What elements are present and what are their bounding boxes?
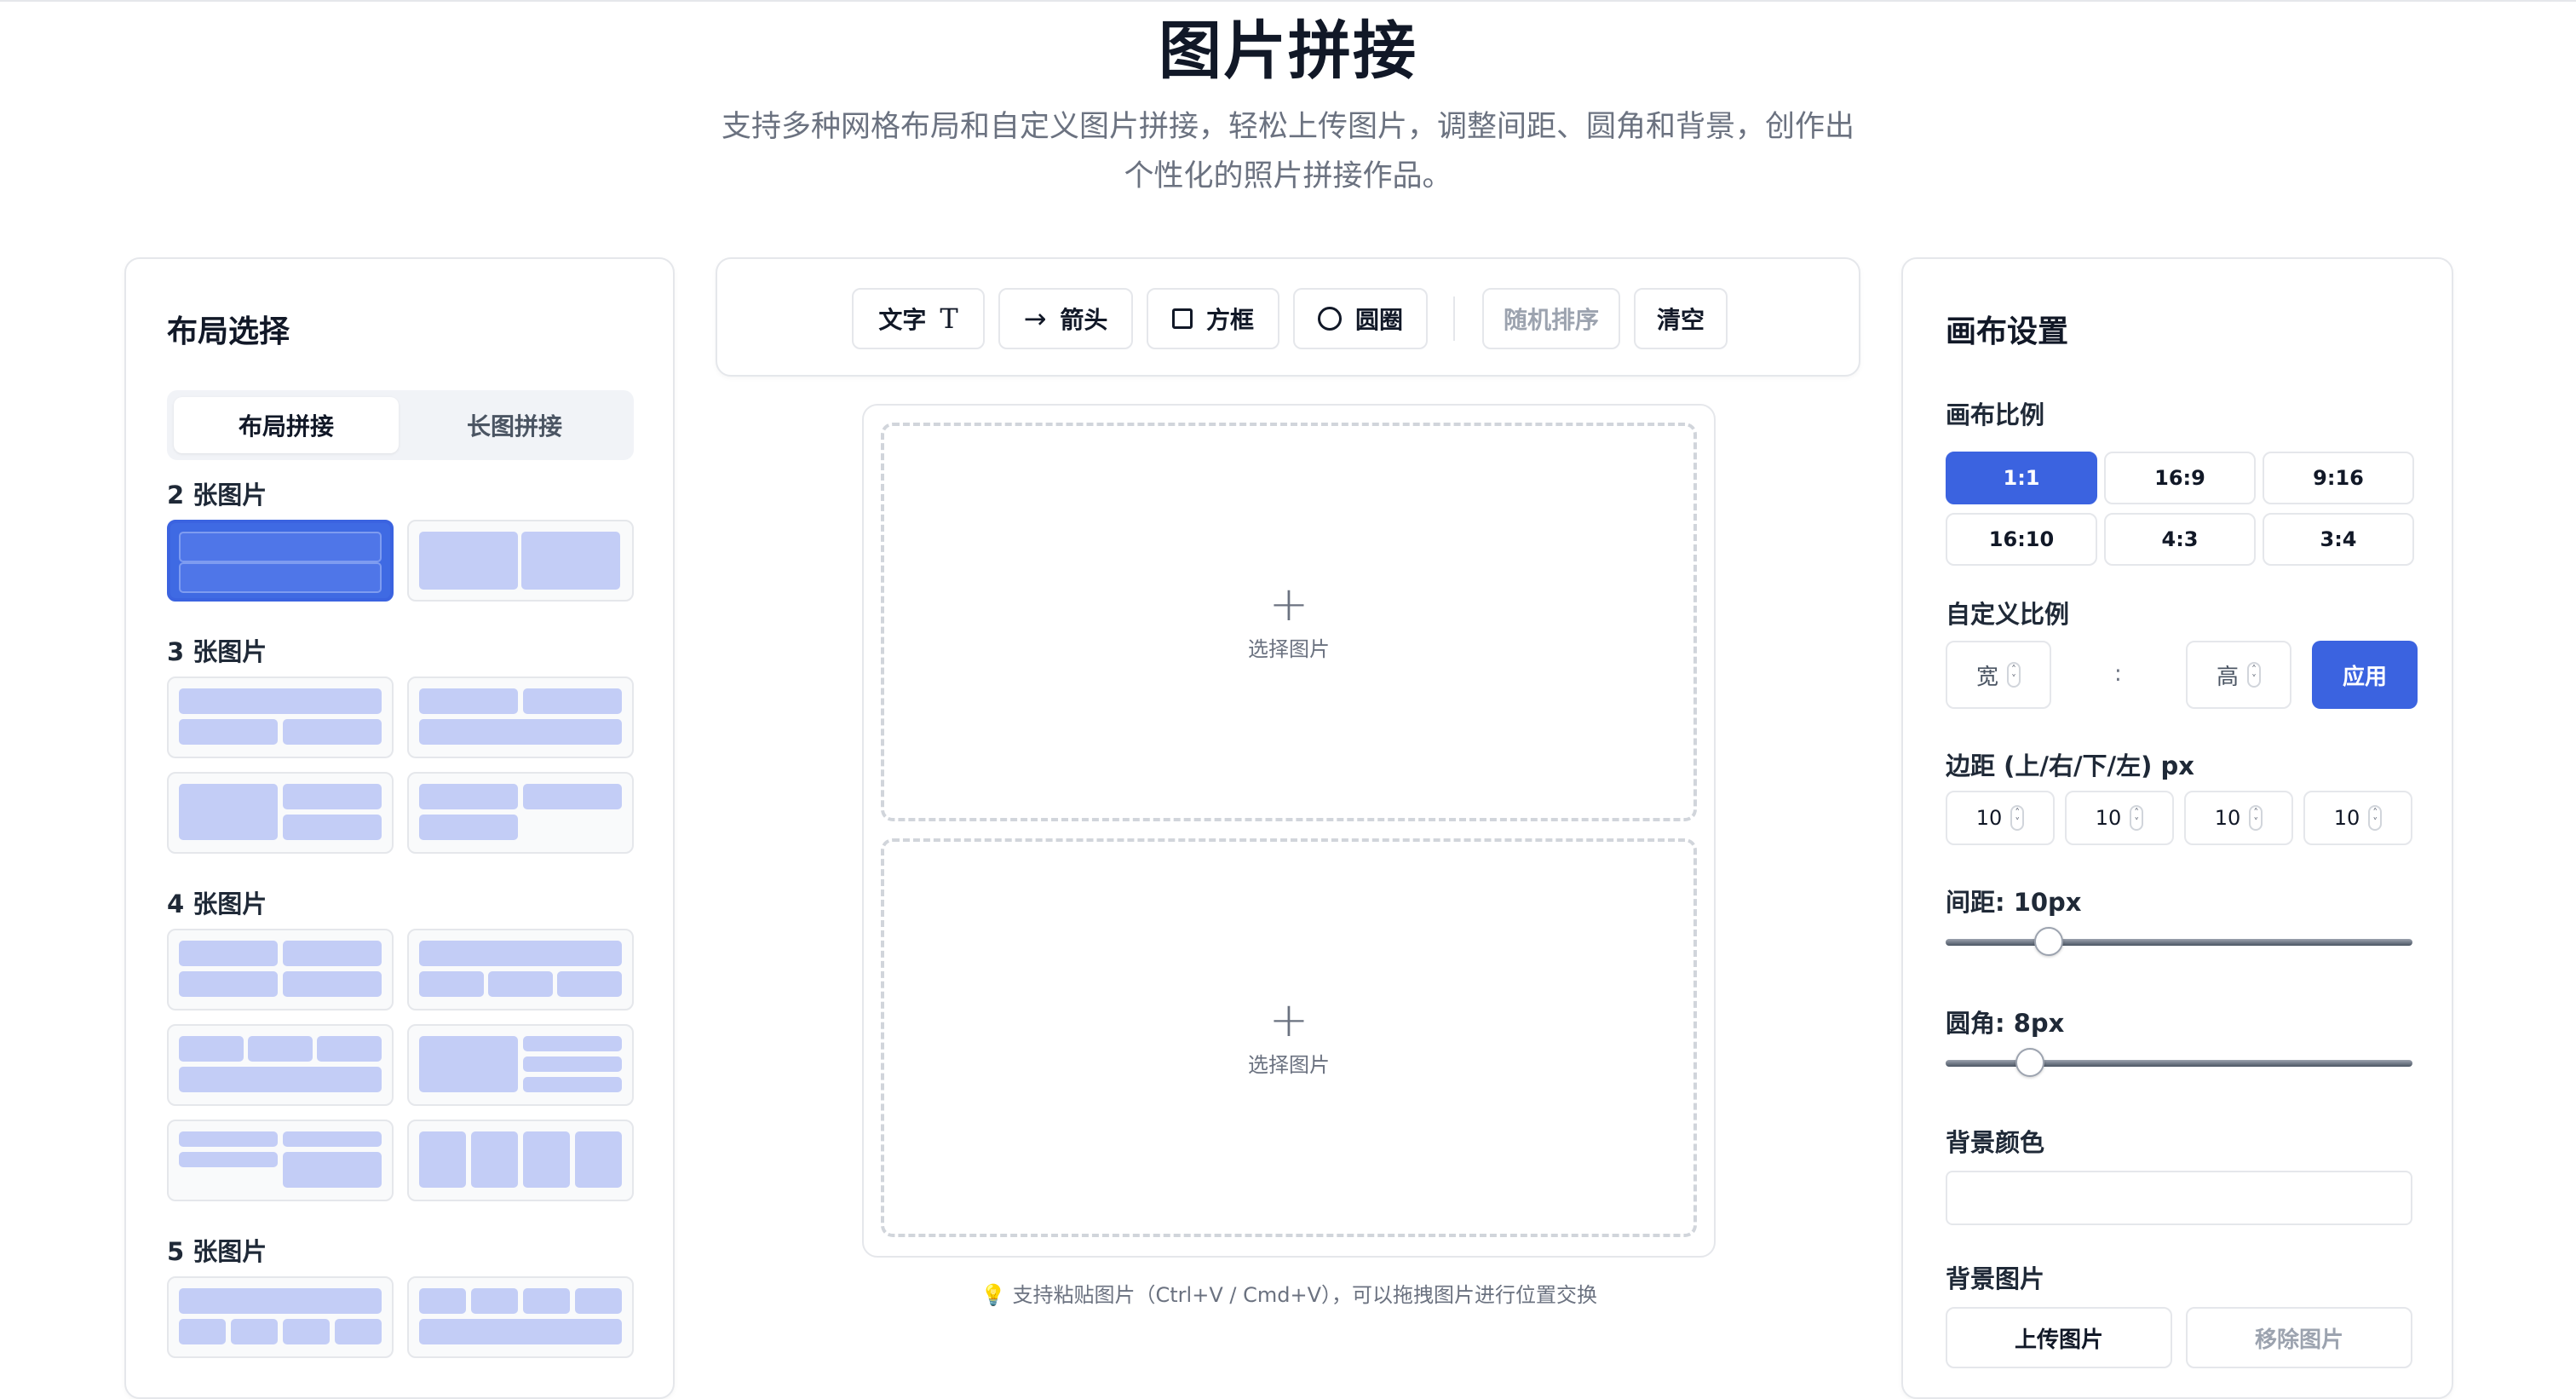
- radius-slider[interactable]: [1946, 1048, 2412, 1077]
- stepper-icon: ˄ ˅: [2007, 662, 2021, 688]
- text-tool-button[interactable]: 文字 T: [852, 288, 985, 349]
- slot-label: 选择图片: [1248, 1052, 1330, 1077]
- upload-bg-button[interactable]: 上传图片: [1946, 1307, 2172, 1368]
- ratio-9-16[interactable]: 9:16: [2263, 452, 2414, 504]
- width-placeholder: 宽: [1975, 664, 1998, 690]
- top-border: [0, 0, 2576, 2]
- layout-2-side[interactable]: [407, 520, 634, 602]
- layout-4-b[interactable]: [407, 929, 634, 1010]
- canvas-settings-panel: 画布设置 画布比例 1:1 16:9 9:16 16:10 4:3 3:4 自定…: [1901, 257, 2453, 1399]
- gap-label: 间距: 10px: [1946, 888, 2082, 917]
- layout-4-c[interactable]: [167, 1024, 394, 1106]
- height-placeholder: 高: [2216, 664, 2239, 690]
- stepper-icon: ˄ ˅: [2010, 805, 2025, 831]
- image-slot-1[interactable]: + 选择图片: [881, 423, 1697, 821]
- paste-hint-text: 支持粘贴图片（Ctrl+V / Cmd+V），可以拖拽图片进行位置交换: [1012, 1283, 1597, 1307]
- custom-ratio-label: 自定义比例: [1946, 600, 2070, 629]
- margin-left-value: 10: [2333, 806, 2360, 830]
- group-label-2: 2 张图片: [167, 481, 267, 510]
- ratio-3-4[interactable]: 3:4: [2263, 513, 2414, 566]
- shuffle-button[interactable]: 随机排序: [1482, 288, 1620, 349]
- circle-tool-button[interactable]: 圆圈: [1293, 288, 1428, 349]
- remove-bg-button[interactable]: 移除图片: [2186, 1307, 2412, 1368]
- ratio-4-3[interactable]: 4:3: [2104, 513, 2256, 566]
- box-tool-label: 方框: [1205, 306, 1254, 334]
- layout-5-b[interactable]: [407, 1276, 634, 1358]
- gap-slider-thumb[interactable]: [2034, 927, 2063, 956]
- group-label-5: 5 张图片: [167, 1237, 267, 1266]
- arrow-tool-button[interactable]: → 箭头: [998, 288, 1133, 349]
- square-icon: [1171, 308, 1193, 329]
- collage-canvas: + 选择图片 + 选择图片: [862, 404, 1716, 1258]
- layout-3-d[interactable]: [407, 772, 634, 854]
- stepper-icon: ˄ ˅: [2130, 805, 2144, 831]
- apply-ratio-button[interactable]: 应用: [2312, 641, 2418, 709]
- gap-slider[interactable]: [1946, 927, 2412, 956]
- margin-left-input[interactable]: 10 ˄ ˅: [2303, 791, 2412, 845]
- circle-icon: [1317, 307, 1342, 331]
- custom-height-input[interactable]: 高 ˄ ˅: [2186, 641, 2291, 709]
- arrow-right-icon: →: [1023, 302, 1047, 335]
- toolbar-divider: [1453, 296, 1455, 341]
- layout-4-a[interactable]: [167, 929, 394, 1010]
- custom-width-input[interactable]: 宽 ˄ ˅: [1946, 641, 2051, 709]
- text-icon: T: [940, 302, 958, 335]
- stepper-icon: ˄ ˅: [2249, 805, 2263, 831]
- layout-3-c[interactable]: [167, 772, 394, 854]
- arrow-tool-label: 箭头: [1060, 306, 1108, 334]
- layout-4-e[interactable]: [167, 1120, 394, 1201]
- clear-button[interactable]: 清空: [1634, 288, 1728, 349]
- layout-5-a[interactable]: [167, 1276, 394, 1358]
- ratio-label: 画布比例: [1946, 400, 2045, 429]
- settings-title: 画布设置: [1946, 314, 2069, 349]
- page-subtitle: 支持多种网格布局和自定义图片拼接，轻松上传图片，调整间距、圆角和背景，创作出个性…: [721, 110, 1854, 193]
- lightbulb-icon: 💡: [980, 1283, 1006, 1307]
- image-slot-2[interactable]: + 选择图片: [881, 838, 1697, 1237]
- ratio-16-10[interactable]: 16:10: [1946, 513, 2097, 566]
- group-label-4: 4 张图片: [167, 889, 267, 918]
- tab-long-image[interactable]: 长图拼接: [402, 397, 627, 453]
- bg-color-picker[interactable]: [1946, 1171, 2412, 1225]
- layout-mode-tabs: 布局拼接 长图拼接: [167, 390, 634, 460]
- plus-icon: +: [1268, 576, 1309, 632]
- radius-label: 圆角: 8px: [1946, 1009, 2065, 1038]
- stepper-icon: ˄ ˅: [2368, 805, 2383, 831]
- text-tool-label: 文字: [878, 306, 927, 334]
- ratio-16-9[interactable]: 16:9: [2104, 452, 2256, 504]
- margin-label: 边距 (上/右/下/左) px: [1946, 751, 2194, 780]
- layout-3-b[interactable]: [407, 676, 634, 758]
- ratio-1-1[interactable]: 1:1: [1946, 452, 2097, 504]
- layout-3-a[interactable]: [167, 676, 394, 758]
- slot-label: 选择图片: [1248, 636, 1330, 661]
- margin-bottom-value: 10: [2214, 806, 2241, 830]
- bg-color-label: 背景颜色: [1946, 1128, 2045, 1157]
- layout-4-f[interactable]: [407, 1120, 634, 1201]
- margin-top-input[interactable]: 10 ˄ ˅: [1946, 791, 2055, 845]
- layout-panel-title: 布局选择: [167, 314, 290, 349]
- margin-right-input[interactable]: 10 ˄ ˅: [2065, 791, 2174, 845]
- margin-right-value: 10: [2095, 806, 2122, 830]
- bg-image-label: 背景图片: [1946, 1264, 2045, 1293]
- circle-tool-label: 圆圈: [1354, 306, 1403, 334]
- box-tool-button[interactable]: 方框: [1147, 288, 1279, 349]
- ratio-colon: :: [2114, 661, 2122, 687]
- paste-hint: 💡 支持粘贴图片（Ctrl+V / Cmd+V），可以拖拽图片进行位置交换: [862, 1278, 1716, 1308]
- plus-icon: +: [1268, 992, 1309, 1048]
- tab-grid-layout[interactable]: 布局拼接: [174, 397, 399, 453]
- layout-panel: 布局选择 布局拼接 长图拼接 2 张图片 3 张图片 4 张图片 5 张图片: [124, 257, 675, 1399]
- margin-bottom-input[interactable]: 10 ˄ ˅: [2184, 791, 2293, 845]
- radius-slider-thumb[interactable]: [2015, 1048, 2044, 1077]
- group-label-3: 3 张图片: [167, 637, 267, 666]
- layout-2-stacked[interactable]: [167, 520, 394, 602]
- margin-top-value: 10: [1975, 806, 2003, 830]
- layout-4-d[interactable]: [407, 1024, 634, 1106]
- toolbar: 文字 T → 箭头 方框 圆圈 随机排序 清空: [716, 257, 1860, 377]
- stepper-icon: ˄ ˅: [2247, 662, 2261, 688]
- page-title: 图片拼接: [1159, 14, 1417, 88]
